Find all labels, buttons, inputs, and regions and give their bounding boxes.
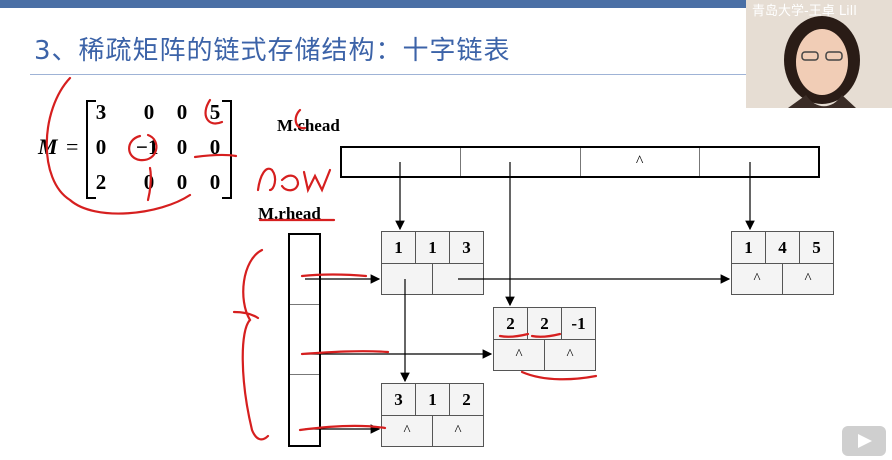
ink-stroke — [302, 168, 332, 194]
ink-stroke — [146, 166, 152, 202]
ink-stroke — [45, 76, 192, 215]
ink-stroke — [256, 167, 277, 192]
ink-stroke — [530, 332, 562, 338]
player-logo-icon[interactable] — [836, 420, 892, 460]
ink-stroke — [300, 273, 368, 278]
ink-stroke — [498, 332, 530, 338]
handwritten-annotations — [45, 76, 598, 441]
webcam-caption: 青岛大学-王卓 Lill — [752, 4, 857, 19]
ink-stroke — [128, 133, 158, 162]
ink-stroke — [232, 310, 260, 320]
ink-stroke — [280, 174, 300, 192]
ink-stroke — [520, 370, 598, 381]
ink-stroke — [241, 248, 270, 441]
ink-stroke — [193, 153, 238, 159]
ink-stroke — [204, 98, 224, 125]
ink-stroke — [294, 108, 307, 130]
